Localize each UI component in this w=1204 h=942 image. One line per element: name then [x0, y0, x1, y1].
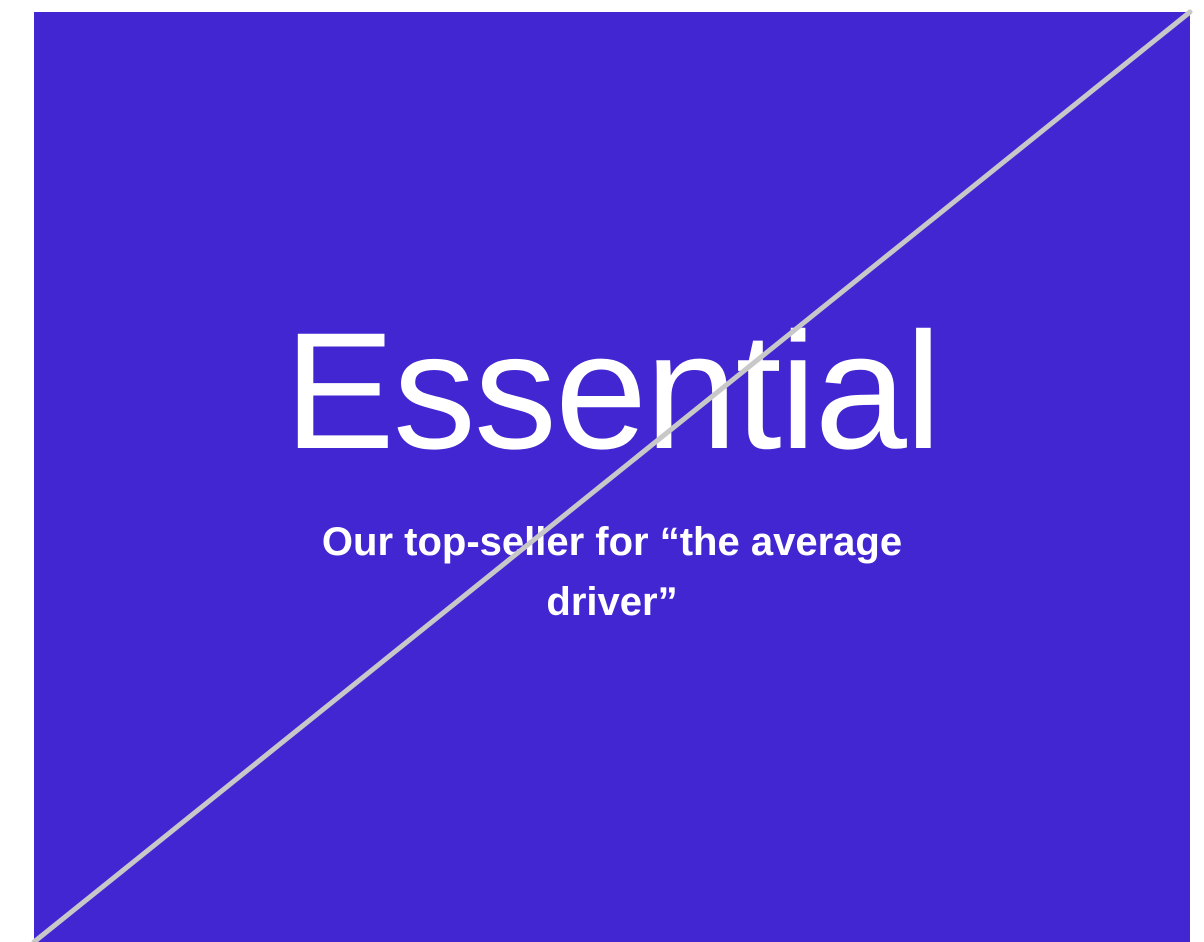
page: Essential Our top-seller for “the averag… [0, 0, 1204, 942]
plan-subtitle: Our top-seller for “the average driver” [321, 520, 903, 624]
plan-card[interactable]: Essential Our top-seller for “the averag… [34, 12, 1190, 942]
plan-title: Essential [284, 299, 942, 484]
